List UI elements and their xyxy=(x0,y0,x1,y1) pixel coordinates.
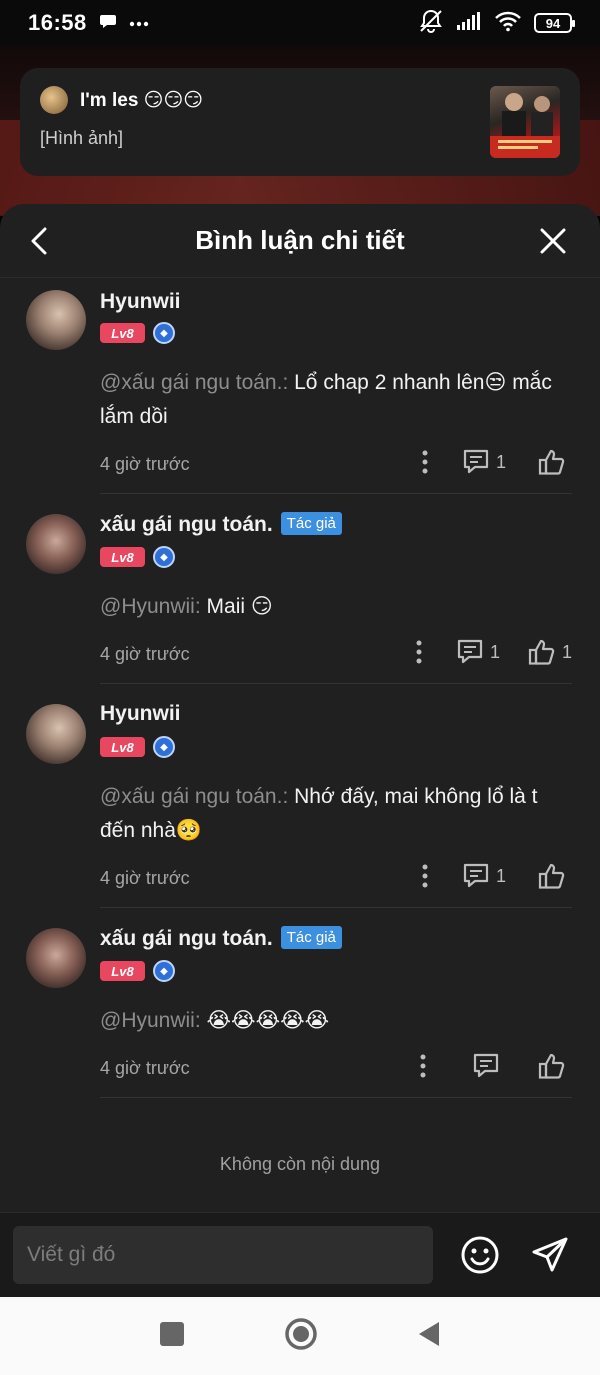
signal-icon xyxy=(456,11,482,36)
reply-count: 1 xyxy=(495,865,506,886)
thumbs-up-icon xyxy=(528,639,555,665)
more-notifications-icon xyxy=(129,14,149,32)
home-circle-icon xyxy=(285,1317,317,1350)
medal-icon: ◆ xyxy=(153,322,175,344)
wifi-icon xyxy=(494,10,522,37)
home-button[interactable] xyxy=(284,1317,318,1356)
no-more-content: Không còn nội dung xyxy=(219,1154,381,1174)
reply-count: 1 xyxy=(495,451,506,472)
level-badge: Lv8 xyxy=(100,961,145,981)
thumbs-up-icon xyxy=(538,863,565,889)
comment-text: @xấu gái ngu toán.: Nhớ đấy, mai không l… xyxy=(100,785,538,842)
user-badges: Lv8 ◆ xyxy=(100,322,175,344)
user-badges: Lv8 ◆ xyxy=(100,736,175,758)
more-options-icon[interactable] xyxy=(422,864,428,888)
comment-text: @Hyunwii: Maii 😏 xyxy=(100,595,273,618)
comment-author-name[interactable]: Hyunwii xyxy=(100,702,181,726)
level-badge: Lv8 xyxy=(100,547,145,567)
divider xyxy=(100,493,572,494)
sheet-title: Bình luận chi tiết xyxy=(195,225,405,255)
thumbs-up-icon xyxy=(538,1053,565,1079)
like-count: 1 xyxy=(561,641,572,662)
avatar[interactable] xyxy=(26,704,86,764)
emoji-button[interactable] xyxy=(460,1235,500,1280)
notification-toast[interactable]: I'm les 😏😏😏 [Hình ảnh] xyxy=(20,68,580,176)
mute-icon xyxy=(418,9,444,38)
comment-input[interactable]: Viết gì đó xyxy=(13,1226,433,1284)
status-bar: 16:58 94 xyxy=(0,0,600,46)
reply-icon xyxy=(457,639,483,664)
comment-author-name[interactable]: xấu gái ngu toán. Tác giả xyxy=(100,512,342,537)
back-button[interactable] xyxy=(22,224,56,258)
reply-count: 1 xyxy=(489,641,500,662)
nav-back-button[interactable] xyxy=(417,1320,441,1353)
more-options-icon[interactable] xyxy=(422,450,428,474)
sheet-header: Bình luận chi tiết xyxy=(0,204,600,278)
medal-icon: ◆ xyxy=(153,546,175,568)
divider xyxy=(100,1097,572,1098)
toast-thumbnail xyxy=(490,86,560,158)
toast-subtitle: [Hình ảnh] xyxy=(40,128,124,148)
author-tag: Tác giả xyxy=(280,512,342,535)
reply-button[interactable] xyxy=(472,1053,506,1079)
battery-indicator: 94 xyxy=(534,13,575,33)
like-button[interactable] xyxy=(538,448,572,476)
reply-button[interactable]: 1 xyxy=(462,863,506,889)
comment-time: 4 giờ trước xyxy=(100,454,190,474)
mention[interactable]: @xấu gái ngu toán.: xyxy=(100,785,288,808)
toast-title: I'm les 😏😏😏 xyxy=(80,89,204,111)
reply-icon xyxy=(463,863,489,888)
mention[interactable]: @Hyunwii: xyxy=(100,595,201,618)
comment-text: @xấu gái ngu toán.: Lổ chap 2 nhanh lên😒… xyxy=(100,371,552,428)
comment-time: 4 giờ trước xyxy=(100,1058,190,1078)
comment-author-name[interactable]: xấu gái ngu toán. Tác giả xyxy=(100,926,342,951)
thumbs-up-icon xyxy=(538,449,565,475)
mention[interactable]: @Hyunwii: xyxy=(100,1009,201,1032)
comment-time: 4 giờ trước xyxy=(100,644,190,664)
reply-icon xyxy=(463,449,489,474)
like-button[interactable] xyxy=(538,1052,572,1080)
user-badges: Lv8 ◆ xyxy=(100,546,175,568)
author-tag: Tác giả xyxy=(280,926,342,949)
send-button[interactable] xyxy=(530,1235,570,1280)
close-button[interactable] xyxy=(536,224,570,258)
level-badge: Lv8 xyxy=(100,737,145,757)
like-button[interactable] xyxy=(538,862,572,890)
message-notification-icon xyxy=(99,12,117,35)
send-icon xyxy=(532,1237,568,1272)
square-icon xyxy=(160,1321,185,1346)
user-badges: Lv8 ◆ xyxy=(100,960,175,982)
comment-detail-sheet: Bình luận chi tiết Hyunwii Lv8 ◆ @xấu gá… xyxy=(0,204,600,1297)
comment-time: 4 giờ trước xyxy=(100,868,190,888)
smiley-icon xyxy=(461,1236,499,1274)
divider xyxy=(100,683,572,684)
system-nav-bar xyxy=(0,1297,600,1375)
avatar[interactable] xyxy=(26,290,86,350)
like-button[interactable]: 1 xyxy=(528,638,572,666)
mention[interactable]: @xấu gái ngu toán.: xyxy=(100,371,288,394)
status-time: 16:58 xyxy=(28,10,87,35)
more-options-icon[interactable] xyxy=(416,640,422,664)
comment-author-name[interactable]: Hyunwii xyxy=(100,290,181,314)
divider xyxy=(100,907,572,908)
back-triangle-icon xyxy=(418,1321,439,1346)
toast-avatar xyxy=(40,86,68,114)
medal-icon: ◆ xyxy=(153,736,175,758)
input-placeholder: Viết gì đó xyxy=(27,1243,116,1266)
medal-icon: ◆ xyxy=(153,960,175,982)
reply-button[interactable]: 1 xyxy=(462,449,506,475)
more-options-icon[interactable] xyxy=(420,1054,426,1078)
reply-button[interactable]: 1 xyxy=(456,639,500,665)
avatar[interactable] xyxy=(26,928,86,988)
comment-input-bar: Viết gì đó xyxy=(0,1212,600,1297)
level-badge: Lv8 xyxy=(100,323,145,343)
recents-button[interactable] xyxy=(159,1321,185,1352)
comment-text: @Hyunwii: 😭😭😭😭😭 xyxy=(100,1009,330,1032)
avatar[interactable] xyxy=(26,514,86,574)
reply-icon xyxy=(473,1053,499,1078)
